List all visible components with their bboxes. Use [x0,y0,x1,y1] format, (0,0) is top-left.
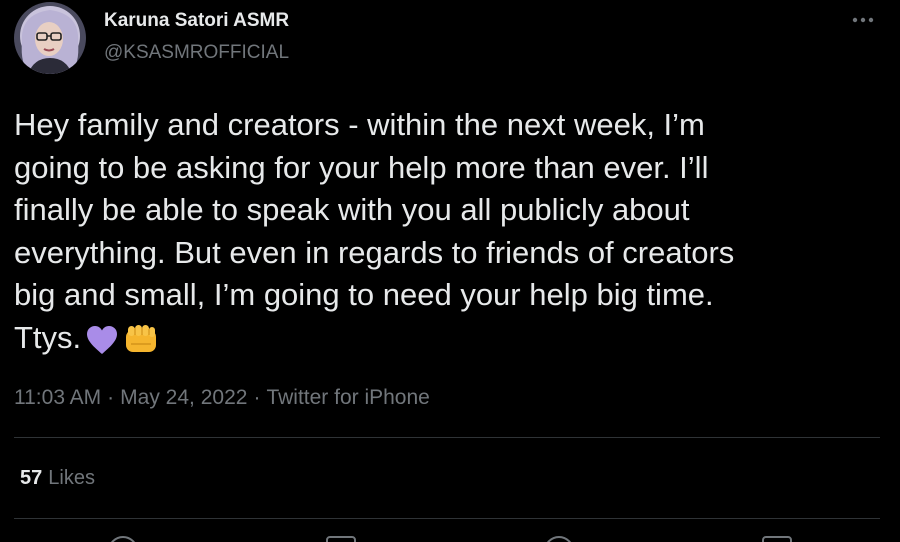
more-horizontal-icon[interactable] [846,8,880,32]
likes-stat[interactable]: 57 Likes [20,467,95,490]
retweet-icon[interactable] [326,536,356,542]
share-icon[interactable] [762,536,792,542]
likes-label: Likes [48,467,95,489]
author-display-name[interactable]: Karuna Satori ASMR [104,10,289,32]
tweet-line: Ttys. [14,319,82,355]
meta-separator: · [107,386,115,409]
tweet-date[interactable]: May 24, 2022 [120,386,247,409]
fist-bump-icon [123,322,159,368]
tweet-text: Hey family and creators - within the nex… [14,104,874,368]
tweet-source[interactable]: Twitter for iPhone [266,386,429,409]
author-handle[interactable]: @KSASMROFFICIAL [104,42,289,64]
like-icon[interactable] [544,536,574,542]
action-bar [0,530,900,542]
avatar[interactable] [14,2,86,74]
tweet-meta: 11:03 AM · May 24, 2022 · Twitter for iPhone [14,386,430,410]
tweet-time[interactable]: 11:03 AM [14,386,101,409]
tweet-line: finally be able to speak with you all pu… [14,192,690,228]
tweet-detail: Karuna Satori ASMR @KSASMROFFICIAL Hey f… [0,0,900,542]
likes-count: 57 [20,467,43,489]
purple-heart-icon [85,324,119,368]
divider [14,437,880,438]
meta-separator: · [253,386,261,409]
tweet-line: going to be asking for your help more th… [14,149,709,185]
tweet-line: everything. But even in regards to frien… [14,234,735,270]
divider [14,518,880,519]
tweet-line: big and small, I’m going to need your he… [14,277,714,313]
tweet-line: Hey family and creators - within the nex… [14,107,705,142]
reply-icon[interactable] [108,536,138,542]
